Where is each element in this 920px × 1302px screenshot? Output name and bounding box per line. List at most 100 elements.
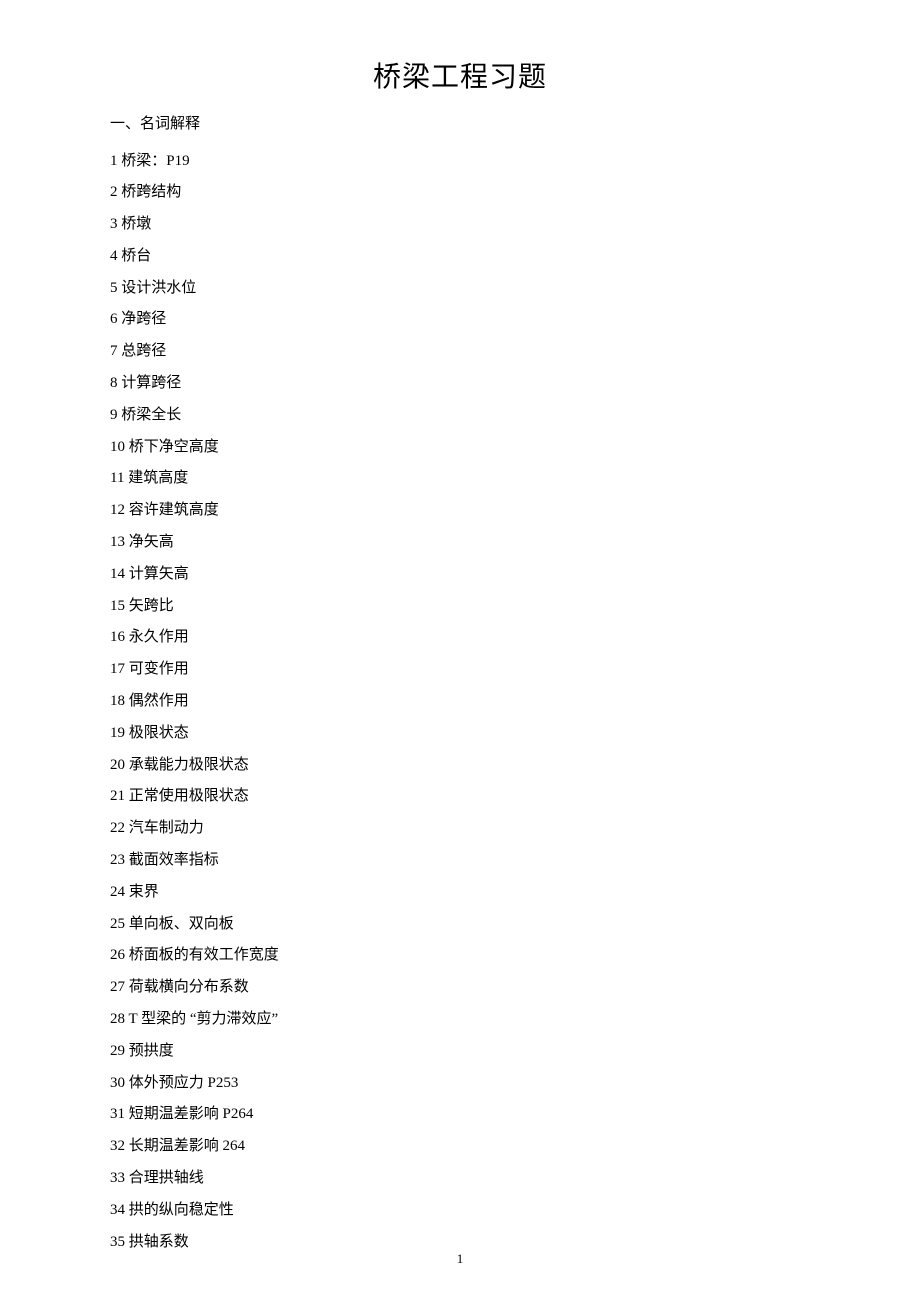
item-number: 35 (110, 1234, 125, 1250)
item-number: 27 (110, 979, 125, 995)
item-text: 拱轴系数 (129, 1234, 189, 1250)
list-item: 13 净矢高 (110, 531, 810, 554)
item-number: 12 (110, 502, 125, 518)
list-item: 7 总跨径 (110, 340, 810, 363)
item-number: 16 (110, 629, 125, 645)
list-item: 33 合理拱轴线 (110, 1167, 810, 1190)
list-item: 30 体外预应力 P253 (110, 1072, 810, 1095)
list-item: 9 桥梁全长 (110, 404, 810, 427)
item-text: 总跨径 (121, 343, 166, 359)
item-number: 19 (110, 725, 125, 741)
list-item: 16 永久作用 (110, 626, 810, 649)
item-text: 矢跨比 (129, 598, 174, 614)
item-text: 净跨径 (121, 311, 166, 327)
item-number: 24 (110, 884, 125, 900)
item-text: 荷载横向分布系数 (129, 979, 249, 995)
item-text: 偶然作用 (129, 693, 189, 709)
page-number: 1 (0, 1251, 920, 1267)
item-number: 28 (110, 1011, 125, 1027)
item-number: 5 (110, 280, 118, 296)
item-text: T 型梁的 “剪力滞效应” (128, 1011, 278, 1027)
item-text: 短期温差影响 P264 (129, 1106, 254, 1122)
item-number: 22 (110, 820, 125, 836)
item-number: 14 (110, 566, 125, 582)
list-item: 29 预拱度 (110, 1040, 810, 1063)
item-text: 束界 (129, 884, 159, 900)
item-text: 净矢高 (129, 534, 174, 550)
item-text: 单向板、双向板 (129, 916, 234, 932)
item-text: 桥下净空高度 (129, 439, 219, 455)
item-number: 1 (110, 153, 118, 169)
item-text: 体外预应力 P253 (129, 1075, 239, 1091)
list-item: 18 偶然作用 (110, 690, 810, 713)
item-text: 桥面板的有效工作宽度 (129, 947, 279, 963)
item-number: 10 (110, 439, 125, 455)
item-number: 31 (110, 1106, 125, 1122)
item-text: 拱的纵向稳定性 (129, 1202, 234, 1218)
item-text: 桥跨结构 (121, 184, 181, 200)
list-item: 19 极限状态 (110, 722, 810, 745)
item-text: 桥墩 (121, 216, 151, 232)
item-text: 桥台 (121, 248, 151, 264)
item-number: 11 (110, 470, 124, 486)
item-text: 可变作用 (129, 661, 189, 677)
list-item: 1 桥梁：P19 (110, 150, 810, 173)
list-item: 26 桥面板的有效工作宽度 (110, 944, 810, 967)
item-number: 32 (110, 1138, 125, 1154)
document-title: 桥梁工程习题 (110, 55, 810, 95)
list-item: 3 桥墩 (110, 213, 810, 236)
list-item: 27 荷载横向分布系数 (110, 976, 810, 999)
item-number: 7 (110, 343, 118, 359)
item-number: 26 (110, 947, 125, 963)
item-text: 长期温差影响 264 (129, 1138, 245, 1154)
item-number: 20 (110, 757, 125, 773)
item-text: 永久作用 (129, 629, 189, 645)
item-number: 13 (110, 534, 125, 550)
item-number: 4 (110, 248, 118, 264)
item-number: 30 (110, 1075, 125, 1091)
list-item: 34 拱的纵向稳定性 (110, 1199, 810, 1222)
item-number: 34 (110, 1202, 125, 1218)
item-text: 建筑高度 (128, 470, 188, 486)
list-item: 22 汽车制动力 (110, 817, 810, 840)
item-text: 截面效率指标 (129, 852, 219, 868)
item-text: 承载能力极限状态 (129, 757, 249, 773)
list-item: 6 净跨径 (110, 308, 810, 331)
item-number: 21 (110, 788, 125, 804)
list-item: 21 正常使用极限状态 (110, 785, 810, 808)
list-item: 11 建筑高度 (110, 467, 810, 490)
item-text: 合理拱轴线 (129, 1170, 204, 1186)
item-number: 9 (110, 407, 118, 423)
item-number: 2 (110, 184, 118, 200)
item-text: 桥梁全长 (121, 407, 181, 423)
list-item: 2 桥跨结构 (110, 181, 810, 204)
item-text: 正常使用极限状态 (129, 788, 249, 804)
item-text: 计算跨径 (121, 375, 181, 391)
item-number: 17 (110, 661, 125, 677)
list-item: 24 束界 (110, 881, 810, 904)
section-heading: 一、名词解释 (110, 113, 810, 136)
item-text: 设计洪水位 (121, 280, 196, 296)
item-text: 计算矢高 (129, 566, 189, 582)
item-text: 容许建筑高度 (129, 502, 219, 518)
list-item: 5 设计洪水位 (110, 277, 810, 300)
list-item: 4 桥台 (110, 245, 810, 268)
list-item: 28 T 型梁的 “剪力滞效应” (110, 1008, 810, 1031)
list-item: 8 计算跨径 (110, 372, 810, 395)
list-item: 23 截面效率指标 (110, 849, 810, 872)
list-item: 17 可变作用 (110, 658, 810, 681)
list-item: 32 长期温差影响 264 (110, 1135, 810, 1158)
item-number: 6 (110, 311, 118, 327)
list-item: 35 拱轴系数 (110, 1231, 810, 1254)
document-page: 桥梁工程习题 一、名词解释 1 桥梁：P192 桥跨结构3 桥墩4 桥台5 设计… (0, 0, 920, 1253)
list-item: 31 短期温差影响 P264 (110, 1103, 810, 1126)
item-number: 8 (110, 375, 118, 391)
item-number: 29 (110, 1043, 125, 1059)
list-item: 20 承载能力极限状态 (110, 754, 810, 777)
item-number: 23 (110, 852, 125, 868)
item-number: 15 (110, 598, 125, 614)
list-item: 25 单向板、双向板 (110, 913, 810, 936)
list-item: 14 计算矢高 (110, 563, 810, 586)
item-text: 汽车制动力 (129, 820, 204, 836)
item-number: 25 (110, 916, 125, 932)
